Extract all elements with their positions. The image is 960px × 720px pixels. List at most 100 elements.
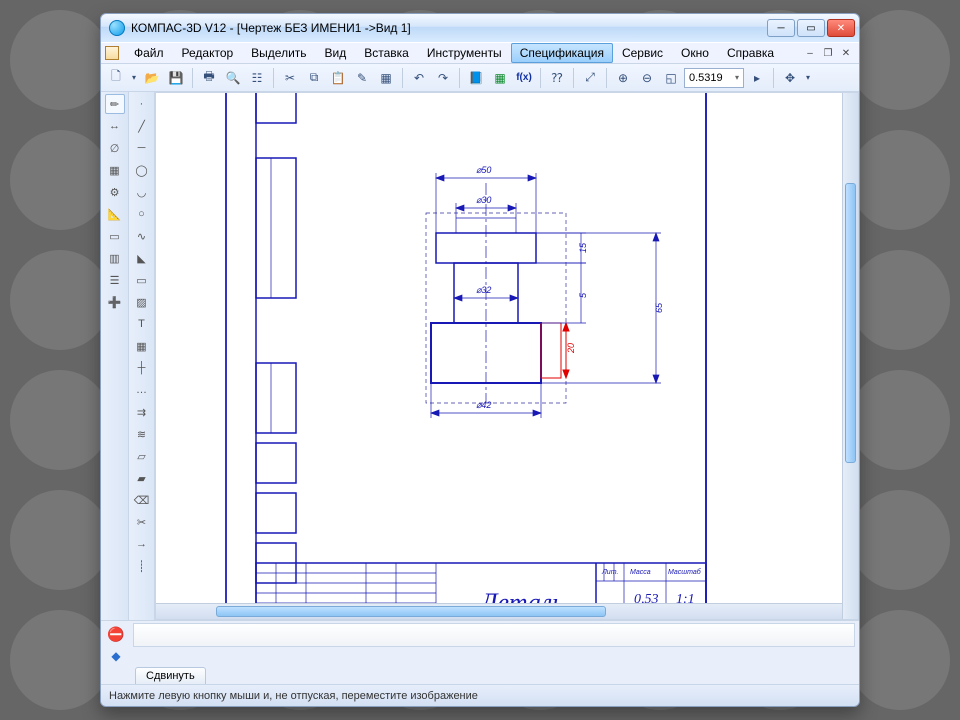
stop-icon[interactable]: ⛔ xyxy=(105,623,127,645)
print-button[interactable]: 🖶 xyxy=(198,67,220,89)
horizontal-scrollbar[interactable] xyxy=(156,603,842,619)
contour-tool[interactable]: ▱ xyxy=(132,446,152,466)
edit-tool[interactable]: ▦ xyxy=(105,160,125,180)
maximize-button[interactable]: ▭ xyxy=(797,19,825,37)
menu-file[interactable]: Файл xyxy=(125,43,173,63)
hatch-tool[interactable]: ▨ xyxy=(132,292,152,312)
horizontal-scroll-thumb[interactable] xyxy=(216,606,606,617)
fx-button[interactable]: f(x) xyxy=(513,67,535,89)
menu-window[interactable]: Окно xyxy=(672,43,718,63)
work-area: ✏ ↔ ∅ ▦ ⚙ 📐 ▭ ▥ ☰ ➕ · ╱ ─ ◯ ◡ ○ ∿ ◣ ▭ ▨ … xyxy=(101,92,859,620)
hline-tool[interactable]: ─ xyxy=(132,138,152,158)
menu-spec[interactable]: Спецификация xyxy=(511,43,613,63)
zoom-in-button[interactable]: ⊕ xyxy=(612,67,634,89)
app-icon xyxy=(109,20,125,36)
undo-button[interactable]: ↶ xyxy=(408,67,430,89)
variables-button[interactable]: ▦ xyxy=(489,67,511,89)
menu-insert[interactable]: Вставка xyxy=(355,43,418,63)
zoom-next-button[interactable]: ▸ xyxy=(746,67,768,89)
extend-tool[interactable]: → xyxy=(132,534,152,554)
params-tool[interactable]: ⚙ xyxy=(105,182,125,202)
title-bar: КОМПАС-3D V12 - [Чертеж БЕЗ ИМЕНИ1 ->Вид… xyxy=(101,14,859,42)
property-bar: ⛔ ◆ xyxy=(101,620,859,662)
cut-button[interactable]: ✂ xyxy=(279,67,301,89)
vertical-scrollbar[interactable] xyxy=(842,93,858,619)
left-toolbar-compact: ✏ ↔ ∅ ▦ ⚙ 📐 ▭ ▥ ☰ ➕ xyxy=(101,92,129,620)
rect-tool[interactable]: ▭ xyxy=(132,270,152,290)
ellipse-tool[interactable]: ○ xyxy=(132,204,152,224)
mdi-close-icon[interactable]: ✕ xyxy=(839,46,853,60)
menu-editor[interactable]: Редактор xyxy=(173,43,243,63)
point-tool[interactable]: · xyxy=(132,94,152,114)
insert-tool[interactable]: ➕ xyxy=(105,292,125,312)
zoom-out-button[interactable]: ⊖ xyxy=(636,67,658,89)
preview-button[interactable]: 🔍 xyxy=(222,67,244,89)
text-tool[interactable]: T xyxy=(132,314,152,334)
zoom-fit-button[interactable]: ⤢ xyxy=(579,67,601,89)
app-window: КОМПАС-3D V12 - [Чертеж БЕЗ ИМЕНИ1 ->Вид… xyxy=(100,13,860,707)
zoom-input[interactable]: 0.5319 ▾ xyxy=(684,68,744,88)
dim-d50: ⌀50 xyxy=(476,165,491,175)
equid-tool[interactable]: ≋ xyxy=(132,424,152,444)
spec-tool[interactable]: ▥ xyxy=(105,248,125,268)
dim-15: 15 xyxy=(578,242,588,253)
minimize-button[interactable]: ─ xyxy=(767,19,795,37)
erase-tool[interactable]: ⌫ xyxy=(132,490,152,510)
drawing-canvas[interactable]: 20 ⌀50 xyxy=(155,92,859,620)
menu-help[interactable]: Справка xyxy=(718,43,783,63)
spline-tool[interactable]: ∿ xyxy=(132,226,152,246)
properties-button[interactable]: ☷ xyxy=(246,67,268,89)
reports-tool[interactable]: ☰ xyxy=(105,270,125,290)
mdi-restore-icon[interactable]: ❐ xyxy=(821,46,835,60)
mdi-minimize-icon[interactable]: – xyxy=(803,46,817,60)
left-toolbar-tools: · ╱ ─ ◯ ◡ ○ ∿ ◣ ▭ ▨ T ▦ ┼ … ⇉ ≋ ▱ ▰ ⌫ ✂ … xyxy=(129,92,155,620)
new-button[interactable]: 🗋 xyxy=(105,67,127,89)
dimensions-tool[interactable]: ↔ xyxy=(105,116,125,136)
chamfer-tool[interactable]: ◣ xyxy=(132,248,152,268)
measure-tool[interactable]: 📐 xyxy=(105,204,125,224)
geometry-tool[interactable]: ✏ xyxy=(105,94,125,114)
new-dropdown-icon[interactable]: ▾ xyxy=(129,67,139,89)
dim-d32: ⌀32 xyxy=(476,285,491,295)
symbols-tool[interactable]: ∅ xyxy=(105,138,125,158)
aux-line-tool[interactable]: … xyxy=(132,380,152,400)
pan-dropdown-icon[interactable]: ▾ xyxy=(803,67,813,89)
attributes-button[interactable]: ▦ xyxy=(375,67,397,89)
manager-button[interactable]: 📘 xyxy=(465,67,487,89)
offset-tool[interactable]: ⇉ xyxy=(132,402,152,422)
dim-65: 65 xyxy=(654,302,664,313)
circle-tool[interactable]: ◯ xyxy=(132,160,152,180)
trim-tool[interactable]: ✂ xyxy=(132,512,152,532)
menu-service[interactable]: Сервис xyxy=(613,43,672,63)
zoom-value: 0.5319 xyxy=(689,72,723,84)
dim-d30: ⌀30 xyxy=(476,195,491,205)
vertical-scroll-thumb[interactable] xyxy=(845,183,856,463)
axis-tool[interactable]: ┼ xyxy=(132,358,152,378)
table-tool[interactable]: ▦ xyxy=(132,336,152,356)
fill-tool[interactable]: ▰ xyxy=(132,468,152,488)
redo-button[interactable]: ↷ xyxy=(432,67,454,89)
property-fields[interactable] xyxy=(133,623,855,647)
format-painter-button[interactable]: ✎ xyxy=(351,67,373,89)
open-button[interactable]: 📂 xyxy=(141,67,163,89)
menu-view[interactable]: Вид xyxy=(316,43,356,63)
window-title: КОМПАС-3D V12 - [Чертеж БЕЗ ИМЕНИ1 ->Вид… xyxy=(131,21,767,35)
help-pointer-button[interactable]: ⁇ xyxy=(546,67,568,89)
line-tool[interactable]: ╱ xyxy=(132,116,152,136)
arc-tool[interactable]: ◡ xyxy=(132,182,152,202)
close-button[interactable]: ✕ xyxy=(827,19,855,37)
copy-button[interactable]: ⧉ xyxy=(303,67,325,89)
menu-tools[interactable]: Инструменты xyxy=(418,43,511,63)
pan-button[interactable]: ✥ xyxy=(779,67,801,89)
save-button[interactable]: 💾 xyxy=(165,67,187,89)
menu-select[interactable]: Выделить xyxy=(242,43,315,63)
status-text: Нажмите левую кнопку мыши и, не отпуская… xyxy=(109,690,478,702)
dim-20: 20 xyxy=(566,343,576,354)
break-tool[interactable]: ┊ xyxy=(132,556,152,576)
dim-d42: ⌀42 xyxy=(476,400,491,410)
select-tool[interactable]: ▭ xyxy=(105,226,125,246)
menu-bar: Файл Редактор Выделить Вид Вставка Инстр… xyxy=(101,42,859,64)
zoom-window-button[interactable]: ◱ xyxy=(660,67,682,89)
tab-move[interactable]: Сдвинуть xyxy=(135,667,206,684)
paste-button[interactable]: 📋 xyxy=(327,67,349,89)
